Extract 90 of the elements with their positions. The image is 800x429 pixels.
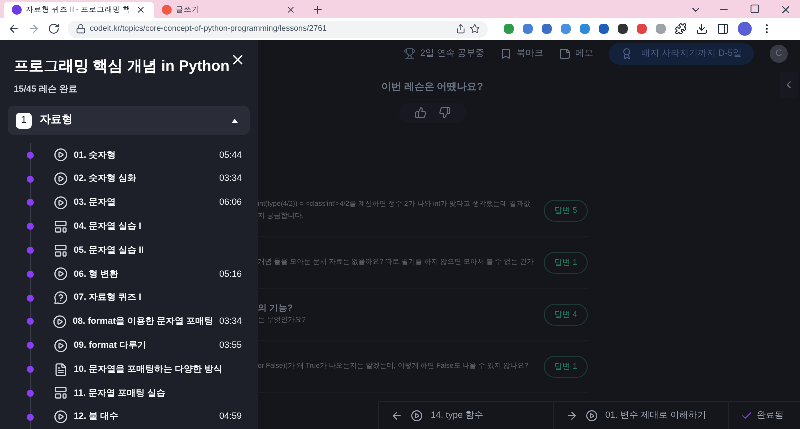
lesson-title: 11. 문자열 포매팅 실습 bbox=[74, 386, 167, 400]
lesson-duration: 06:06 bbox=[219, 196, 242, 210]
play-icon bbox=[54, 267, 68, 282]
lesson-title: 08. format을 이용한 문자열 포매팅 bbox=[72, 315, 214, 328]
question-bubble-icon bbox=[54, 291, 68, 306]
progress-text: 15/45 레슨 완료 bbox=[13, 82, 79, 96]
panel-toggle-button[interactable] bbox=[780, 72, 798, 98]
answer-count-badge: 답변 1 bbox=[544, 252, 588, 274]
question-title: 의 기능? bbox=[258, 302, 294, 315]
tab-favicon-icon bbox=[162, 5, 172, 15]
note-icon bbox=[559, 48, 572, 60]
streak-icon bbox=[404, 48, 416, 60]
lesson-title: 03. 문자열 bbox=[74, 196, 118, 210]
lesson-title: 01. 숫자형 bbox=[74, 148, 118, 162]
section-header[interactable]: 1 자료형 bbox=[8, 106, 250, 136]
lesson-item[interactable]: 05. 문자열 실습 II bbox=[27, 238, 250, 262]
lesson-title: 05. 문자열 실습 II bbox=[74, 244, 146, 257]
lesson-item[interactable]: 07. 자료형 퀴즈 I bbox=[27, 286, 250, 310]
lesson-duration: 03:55 bbox=[219, 338, 242, 352]
next-lesson-button[interactable]: 01. 변수 제대로 이해하기 bbox=[554, 402, 729, 429]
lesson-title: 06. 형 변환 bbox=[74, 268, 120, 281]
streak-text: 2일 연속 공부중 bbox=[420, 47, 484, 60]
lesson-item[interactable]: 09. format 다루기 03:55 bbox=[27, 334, 250, 358]
lesson-title: 10. 문자열을 포매팅하는 다양한 방식 bbox=[74, 362, 224, 376]
code-window-icon bbox=[54, 386, 68, 400]
lesson-duration: 03:34 bbox=[219, 315, 242, 328]
lesson-item[interactable]: 08. format을 이용한 문자열 포매팅 03:34 bbox=[27, 310, 250, 334]
badge-icon bbox=[621, 48, 634, 60]
lesson-item[interactable]: 04. 문자열 실습 I bbox=[27, 214, 250, 239]
forward-icon[interactable] bbox=[28, 23, 40, 35]
play-icon bbox=[52, 314, 67, 329]
thumbs-down-icon[interactable] bbox=[438, 107, 450, 119]
new-tab-icon[interactable] bbox=[312, 4, 324, 16]
back-icon[interactable] bbox=[8, 23, 20, 35]
bookmark-icon bbox=[500, 48, 512, 60]
play-icon bbox=[54, 172, 68, 186]
lesson-duration: 05:44 bbox=[219, 148, 242, 162]
document-icon bbox=[54, 362, 68, 376]
memo-button[interactable]: 메모 bbox=[559, 47, 594, 61]
side-panel-icon[interactable] bbox=[717, 23, 729, 35]
lesson-title: 04. 문자열 실습 I bbox=[74, 220, 143, 233]
close-icon[interactable] bbox=[780, 4, 792, 16]
url-text: codeit.kr/topics/core-concept-of-python-programming/lessons/2761 bbox=[90, 23, 328, 35]
answer-count-badge: 답변 4 bbox=[544, 304, 588, 326]
close-icon[interactable] bbox=[286, 5, 296, 15]
bookmark-button[interactable]: 북마크 bbox=[500, 47, 544, 61]
reload-icon[interactable] bbox=[48, 23, 60, 35]
lock-icon bbox=[76, 24, 86, 34]
lesson-duration: 03:34 bbox=[219, 172, 242, 186]
star-icon[interactable] bbox=[470, 24, 480, 34]
lesson-title: 12. 불 대수 bbox=[74, 410, 120, 424]
lesson-title: 07. 자료형 퀴즈 I bbox=[74, 291, 143, 304]
play-icon bbox=[54, 410, 68, 424]
complete-button[interactable]: 완료됨 bbox=[729, 402, 800, 429]
answer-count-badge: 답변 5 bbox=[544, 200, 588, 222]
play-icon bbox=[54, 338, 68, 353]
lesson-duration: 04:59 bbox=[219, 410, 242, 424]
course-title: 프로그래밍 핵심 개념 in Python bbox=[14, 57, 230, 77]
code-window-icon bbox=[54, 220, 68, 234]
section-title: 자료형 bbox=[40, 113, 74, 128]
feedback-question: 이번 레슨은 어땠나요? bbox=[382, 81, 484, 95]
code-window-icon bbox=[54, 244, 68, 258]
arrow-right-icon bbox=[566, 410, 578, 422]
play-icon bbox=[54, 196, 68, 210]
download-icon[interactable] bbox=[696, 23, 708, 35]
lesson-item[interactable]: 01. 숫자형 05:44 bbox=[27, 143, 250, 168]
arrow-left-icon bbox=[391, 410, 403, 422]
lesson-item[interactable]: 12. 불 대수 04:59 bbox=[27, 405, 250, 429]
lesson-item[interactable]: 10. 문자열을 포매팅하는 다양한 방식 bbox=[27, 358, 250, 382]
lesson-duration: 05:16 bbox=[219, 268, 242, 281]
address-bar[interactable]: codeit.kr/topics/core-concept-of-python-programming/lessons/2761 bbox=[68, 20, 488, 38]
share-icon[interactable] bbox=[456, 24, 466, 34]
tab-favicon-icon bbox=[12, 5, 22, 15]
lesson-title: 02. 숫자형 심화 bbox=[74, 172, 138, 186]
answer-count-badge: 답변 1 bbox=[544, 356, 588, 378]
play-icon bbox=[54, 148, 68, 162]
lesson-item[interactable]: 02. 숫자형 심화 03:34 bbox=[27, 167, 250, 192]
thumbs-up-icon[interactable] bbox=[414, 107, 426, 119]
play-icon bbox=[411, 410, 423, 422]
profile-avatar[interactable] bbox=[738, 22, 752, 36]
previous-lesson-button[interactable]: 14. type 함수 bbox=[378, 402, 554, 429]
lesson-item[interactable]: 06. 형 변환 05:16 bbox=[27, 262, 250, 286]
close-icon[interactable] bbox=[136, 5, 146, 15]
maximize-icon[interactable] bbox=[750, 4, 760, 14]
lesson-item[interactable]: 03. 문자열 06:06 bbox=[27, 191, 250, 215]
play-icon bbox=[586, 410, 598, 422]
extensions-icon[interactable] bbox=[675, 23, 687, 35]
lesson-title: 09. format 다루기 bbox=[74, 338, 148, 352]
section-number: 1 bbox=[16, 112, 32, 129]
lesson-item[interactable]: 11. 문자열 포매팅 실습 bbox=[27, 381, 250, 406]
